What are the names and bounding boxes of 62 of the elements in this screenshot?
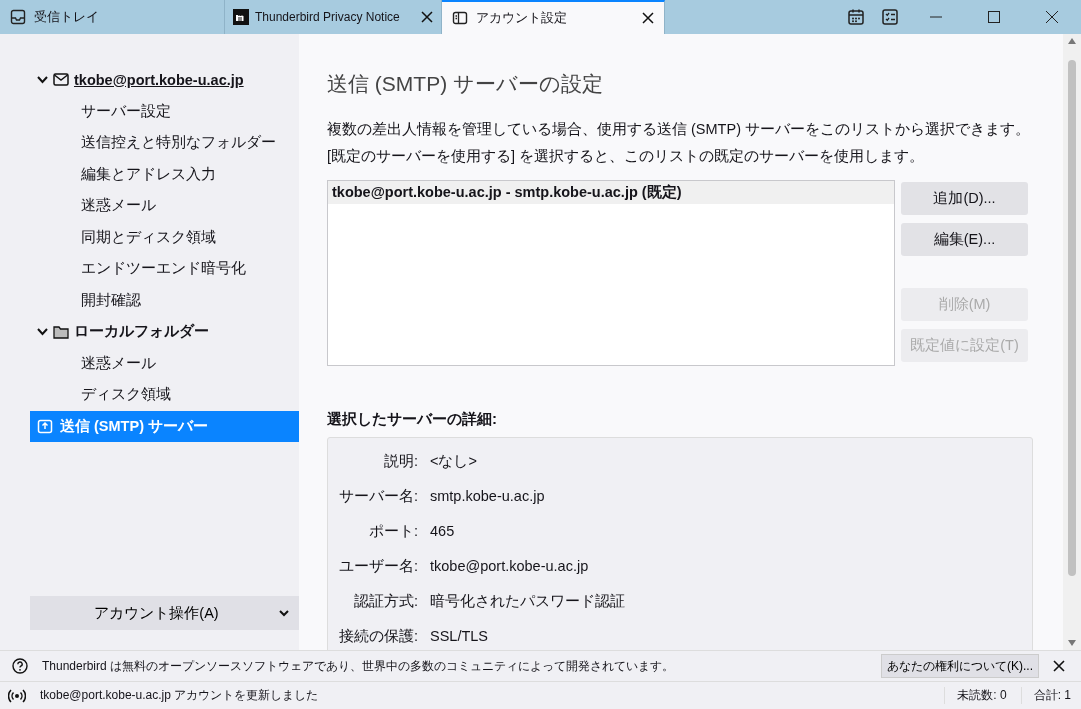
site-logo-icon [233, 9, 249, 25]
scrollbar-thumb[interactable] [1068, 60, 1076, 576]
detail-label: サーバー名: [337, 487, 418, 506]
detail-value: smtp.kobe-u.ac.jp [430, 487, 546, 506]
maximize-icon[interactable] [988, 11, 1000, 23]
total-count: 合計: 1 [1020, 687, 1071, 704]
detail-label: 接続の保護: [337, 627, 418, 646]
scrollbar[interactable] [1063, 34, 1081, 650]
tree-item[interactable]: 送信 (SMTP) サーバー [30, 410, 299, 442]
detail-value: 465 [430, 522, 456, 541]
details-title: 選択したサーバーの詳細: [327, 410, 498, 429]
tab-label: アカウント設定 [476, 9, 568, 27]
help-icon [12, 658, 28, 674]
detail-label: 説明: [382, 452, 418, 471]
page-title: 送信 (SMTP) サーバーの設定 [327, 71, 604, 97]
close-icon[interactable] [1046, 11, 1058, 23]
tree-item[interactable]: エンドツーエンド暗号化 [30, 253, 299, 285]
tree-item[interactable]: ディスク領域 [30, 379, 299, 411]
detail-label: 認証方式: [352, 592, 418, 611]
tab-label: Thunderbird Privacy Notice [255, 10, 401, 24]
action-button[interactable]: 追加(D)... [901, 182, 1028, 215]
detail-value: <なし> [430, 452, 478, 471]
tree-item[interactable]: 送信控えと特別なフォルダー [30, 127, 299, 159]
server-list-item[interactable]: tkobe@port.kobe-u.ac.jp - smtp.kobe-u.ac.jp (既定) [328, 181, 894, 204]
tree-item[interactable]: 迷惑メール [30, 190, 299, 222]
detail-label: ユーザー名: [337, 557, 418, 576]
outbox-icon [37, 418, 53, 435]
detail-value: 暗号化されたパスワード認証 [430, 592, 626, 611]
tree-item[interactable]: 編集とアドレス入力 [30, 158, 299, 190]
tree-item[interactable]: 同期とディスク領域 [30, 221, 299, 253]
envelope-icon [53, 73, 69, 87]
tab[interactable]: アカウント設定 [442, 0, 665, 34]
description: 複数の差出人情報を管理している場合、使用する送信 (SMTP) サーバーをこのリストから選択できます。[既定のサーバーを使用する] を選択すると、このリストの既定のサーバーを使用します。 [327, 120, 1031, 166]
chevron-icon[interactable] [37, 327, 48, 336]
detail-label: ポート: [367, 522, 418, 541]
detail-value: tkobe@port.kobe-u.ac.jp [430, 557, 590, 576]
task-list-icon[interactable] [881, 8, 899, 26]
rights-button[interactable]: あなたの権利について(K)... [881, 654, 1039, 678]
inbox-icon [10, 9, 26, 25]
close-icon[interactable] [421, 11, 433, 23]
scroll-down-icon[interactable] [1068, 640, 1076, 646]
scroll-up-icon[interactable] [1068, 38, 1076, 44]
chevron-icon [278, 609, 289, 617]
detail-value: SSL/TLS [430, 627, 490, 646]
tree-item[interactable]: ローカルフォルダー [30, 316, 299, 348]
action-button[interactable]: 編集(E)... [901, 223, 1028, 256]
close-icon[interactable] [642, 12, 654, 24]
tree-item[interactable]: サーバー設定 [30, 95, 299, 127]
panel-icon [452, 10, 468, 26]
tree-item[interactable]: tkobe@port.kobe-u.ac.jp [30, 64, 299, 96]
broadcast-icon [8, 688, 26, 703]
account-actions-button[interactable]: アカウント操作(A) [30, 596, 299, 630]
tab-label: 受信トレイ [34, 8, 100, 26]
tree-item[interactable]: 迷惑メール [30, 347, 299, 379]
notification-text: Thunderbird は無料のオープンソースソフトウェアであり、世界中の多数のコミュニティによって開発されています。 [42, 657, 676, 675]
folder-icon [53, 324, 69, 339]
unread-count: 未読数: 0 [944, 687, 1007, 704]
tree-item[interactable]: 開封確認 [30, 284, 299, 316]
calendar-icon[interactable] [847, 8, 865, 26]
status-message: tkobe@port.kobe-u.ac.jp アカウントを更新しました [40, 687, 320, 704]
close-icon[interactable] [1053, 660, 1065, 672]
chevron-icon[interactable] [37, 75, 48, 84]
